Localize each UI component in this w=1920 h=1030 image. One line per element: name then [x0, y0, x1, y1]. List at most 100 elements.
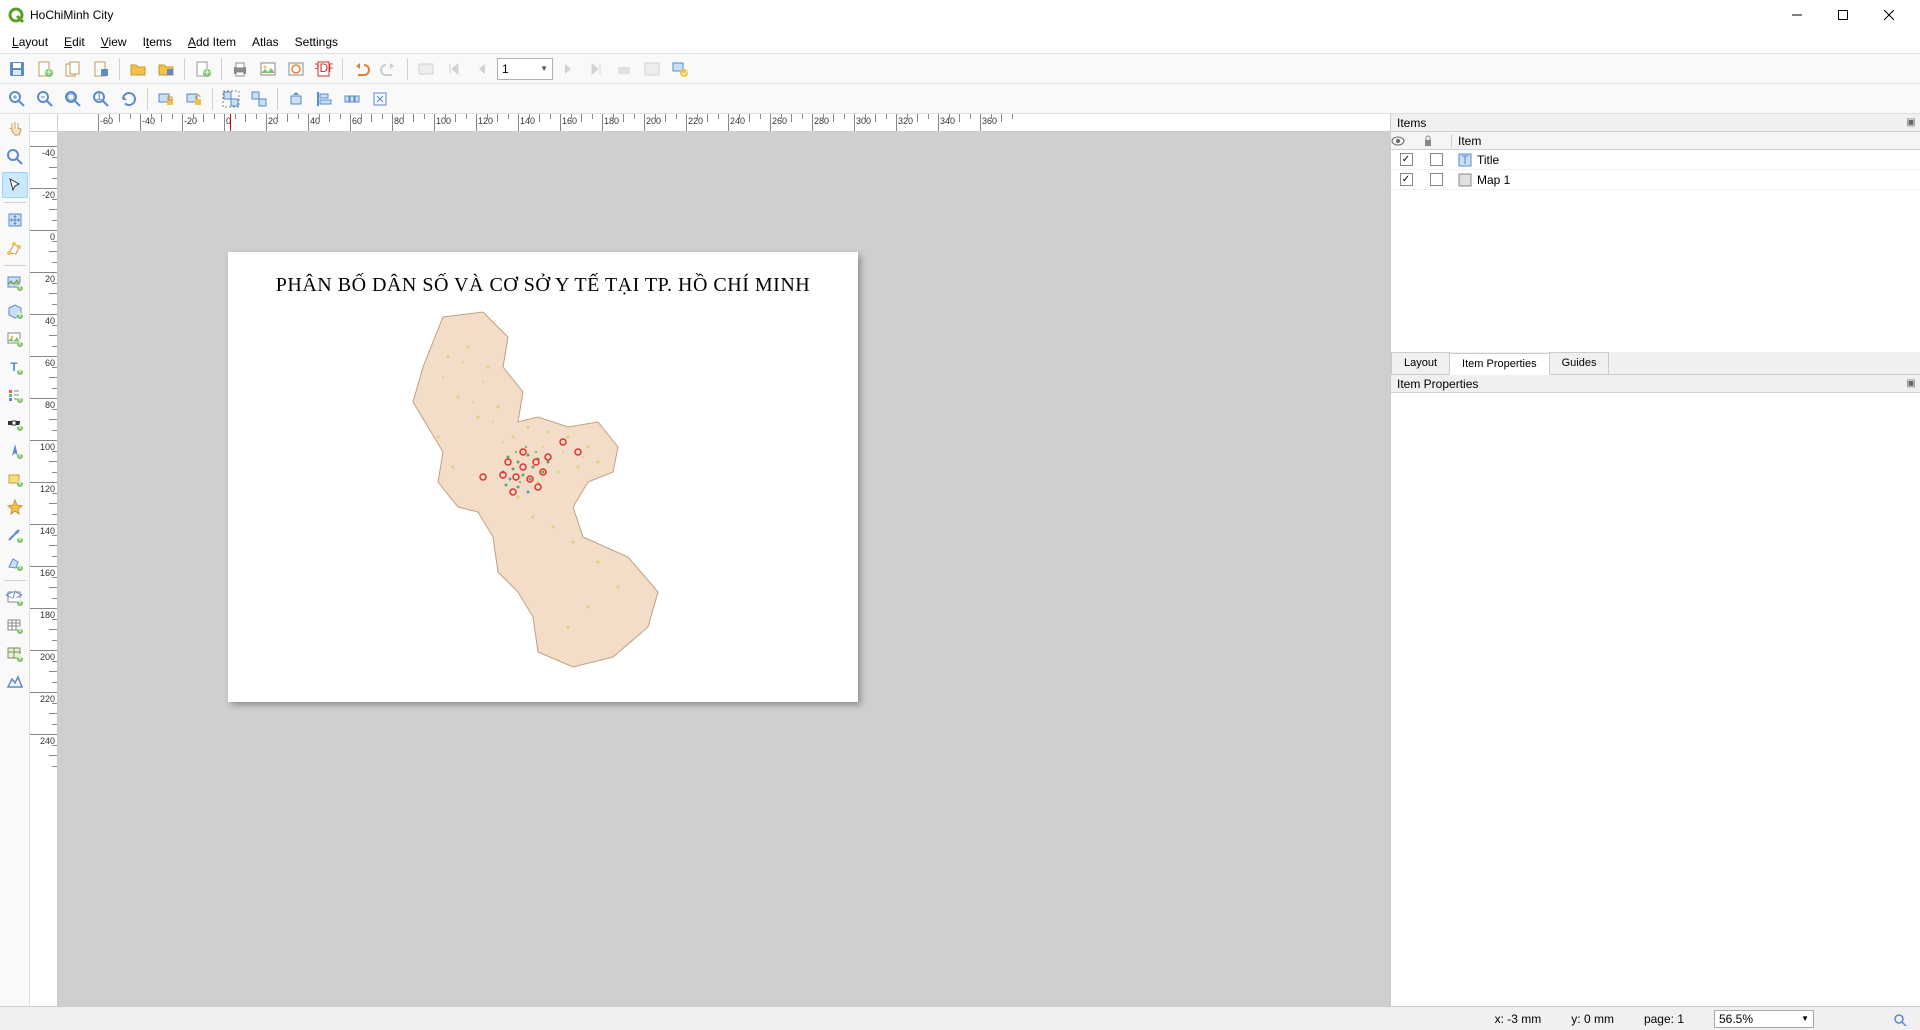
atlas-first-button[interactable] [441, 56, 467, 82]
zoom-tool[interactable] [2, 144, 28, 170]
maximize-button[interactable] [1820, 0, 1866, 30]
add-marker-tool[interactable] [2, 494, 28, 520]
atlas-page-value: 1 [502, 62, 509, 76]
add-html-tool[interactable]: </>+ [2, 585, 28, 611]
tab-item-properties[interactable]: Item Properties [1449, 353, 1550, 375]
resize-button[interactable] [367, 86, 393, 112]
add-3dmap-tool[interactable]: + [2, 298, 28, 324]
print-button[interactable] [227, 56, 253, 82]
text-item-icon: T [1457, 152, 1473, 168]
add-northarrow-tool[interactable]: + [2, 438, 28, 464]
add-nodeitem-tool[interactable]: + [2, 550, 28, 576]
undo-button[interactable] [348, 56, 374, 82]
atlas-print-button[interactable] [611, 56, 637, 82]
add-items-template-button[interactable]: + [190, 56, 216, 82]
add-scalebar-tool[interactable]: + [2, 410, 28, 436]
status-y: y: 0 mm [1571, 1012, 1614, 1026]
lock-item-button[interactable] [153, 86, 179, 112]
redo-button[interactable] [376, 56, 402, 82]
statusbar: x: -3 mm y: 0 mm page: 1 56.5% ▼ [0, 1006, 1920, 1030]
atlas-page-select[interactable]: 1▼ [497, 58, 553, 80]
add-label-tool[interactable]: T+ [2, 354, 28, 380]
menu-atlas[interactable]: Atlas [244, 32, 287, 52]
tab-layout[interactable]: Layout [1391, 352, 1450, 374]
menu-view[interactable]: View [93, 32, 135, 52]
item-column-header[interactable]: Item [1451, 134, 1920, 148]
close-button[interactable] [1866, 0, 1912, 30]
add-attrtable-tool[interactable]: + [2, 613, 28, 639]
zoom-select[interactable]: 56.5% ▼ [1714, 1010, 1814, 1028]
duplicate-layout-button[interactable] [60, 56, 86, 82]
menu-settings[interactable]: Settings [287, 32, 346, 52]
item-row-title[interactable]: ✓ T Title [1391, 150, 1920, 170]
group-button[interactable] [218, 86, 244, 112]
lock-column-header[interactable] [1421, 134, 1451, 148]
panel-menu-icon[interactable]: ▣ [1904, 376, 1918, 390]
atlas-prev-button[interactable] [469, 56, 495, 82]
svg-text:+: + [16, 419, 23, 432]
zoom-actual-button[interactable]: 1 [88, 86, 114, 112]
svg-text:+: + [16, 559, 23, 572]
distribute-button[interactable] [339, 86, 365, 112]
select-tool[interactable] [2, 172, 28, 198]
item-row-map1[interactable]: ✓ Map 1 [1391, 170, 1920, 190]
menu-edit[interactable]: Edit [56, 32, 93, 52]
save-template-button[interactable] [153, 56, 179, 82]
items-panel-header[interactable]: Items ▣ [1391, 114, 1920, 132]
map-item-icon [1457, 172, 1473, 188]
menu-add-item[interactable]: Add Item [180, 32, 244, 52]
zoom-full-button[interactable] [60, 86, 86, 112]
item-properties-panel [1391, 393, 1920, 1006]
atlas-export-button[interactable] [639, 56, 665, 82]
raise-button[interactable] [283, 86, 309, 112]
lock-checkbox[interactable] [1430, 153, 1443, 166]
panel-menu-icon[interactable]: ▣ [1904, 115, 1918, 129]
add-shape-tool[interactable]: + [2, 466, 28, 492]
visibility-checkbox[interactable]: ✓ [1400, 153, 1413, 166]
new-layout-button[interactable]: + [32, 56, 58, 82]
zoom-out-button[interactable] [32, 86, 58, 112]
align-left-button[interactable] [311, 86, 337, 112]
layout-page[interactable]: PHÂN BỐ DÂN SỐ VÀ CƠ SỞ Y TẾ TẠI TP. HỒ … [228, 252, 858, 702]
load-template-button[interactable] [125, 56, 151, 82]
atlas-next-button[interactable] [555, 56, 581, 82]
atlas-last-button[interactable] [583, 56, 609, 82]
add-map-tool[interactable]: + [2, 270, 28, 296]
move-item-content-tool[interactable] [2, 207, 28, 233]
add-picture-tool[interactable]: + [2, 326, 28, 352]
add-fixedtable-tool[interactable]: + [2, 641, 28, 667]
export-image-button[interactable] [255, 56, 281, 82]
ruler-vertical[interactable]: -40-20020406080100120140160180200220240 [30, 132, 58, 1006]
layout-manager-button[interactable] [88, 56, 114, 82]
visibility-column-header[interactable] [1391, 134, 1421, 148]
ungroup-button[interactable] [246, 86, 272, 112]
ruler-horizontal[interactable]: -60-40-200204060801001201401601802002202… [58, 114, 1390, 132]
export-svg-button[interactable] [283, 56, 309, 82]
tab-guides[interactable]: Guides [1549, 352, 1610, 374]
zoom-slider-button[interactable] [1894, 1012, 1912, 1026]
atlas-settings-button[interactable] [667, 56, 693, 82]
menu-items[interactable]: Items [135, 32, 180, 52]
edit-nodes-tool[interactable] [2, 235, 28, 261]
add-arrow-tool[interactable]: + [2, 522, 28, 548]
export-pdf-button[interactable]: PDF [311, 56, 337, 82]
minimize-button[interactable] [1774, 0, 1820, 30]
svg-text:+: + [16, 531, 23, 544]
atlas-preview-button[interactable] [413, 56, 439, 82]
titlebar: HoChiMinh City [0, 0, 1920, 30]
add-legend-tool[interactable]: + [2, 382, 28, 408]
map-item[interactable] [388, 307, 698, 677]
add-elevation-tool[interactable] [2, 669, 28, 695]
zoom-in-button[interactable] [4, 86, 30, 112]
right-dock: Items ▣ Item ✓ T Title ✓ Map 1 La [1390, 114, 1920, 1006]
layout-canvas[interactable]: PHÂN BỐ DÂN SỐ VÀ CƠ SỞ Y TẾ TẠI TP. HỒ … [58, 132, 1390, 1006]
refresh-button[interactable] [116, 86, 142, 112]
save-button[interactable] [4, 56, 30, 82]
menu-layout[interactable]: Layout [4, 32, 56, 52]
workarea: + + + T+ + + + + + + </>+ + + -60-40-200… [0, 114, 1920, 1006]
pan-tool[interactable] [2, 116, 28, 142]
item-properties-header[interactable]: Item Properties ▣ [1391, 375, 1920, 393]
unlock-item-button[interactable] [181, 86, 207, 112]
lock-checkbox[interactable] [1430, 173, 1443, 186]
visibility-checkbox[interactable]: ✓ [1400, 173, 1413, 186]
